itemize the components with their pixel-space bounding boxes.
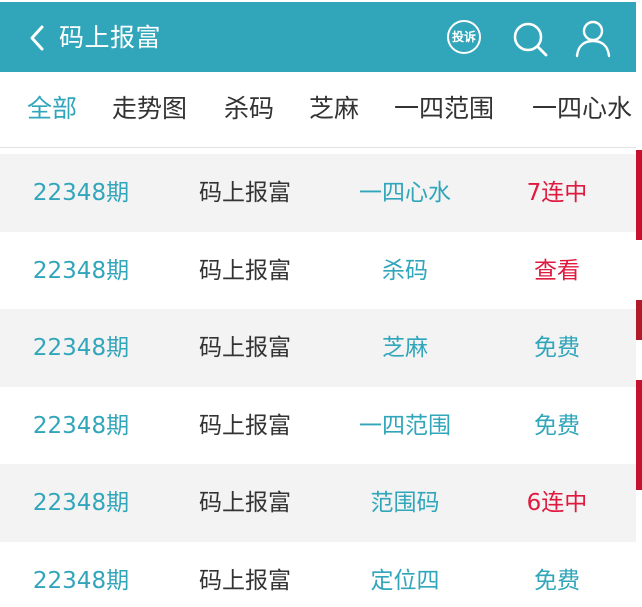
source-name: 码上报富	[199, 335, 291, 361]
issue-number: 22348期	[32, 490, 130, 516]
user-icon	[575, 20, 611, 58]
complain-button[interactable]: 投诉	[447, 20, 481, 54]
complain-label: 投诉	[451, 30, 476, 44]
issue-number: 22348期	[32, 180, 130, 206]
list-item[interactable]: 22348期 码上报富 杀码 查看	[0, 232, 636, 310]
category-tabs: 全部 走势图 杀码 芝麻 一四范围 一四心水	[0, 72, 636, 148]
tab-kill-code[interactable]: 杀码	[224, 92, 274, 126]
chevron-left-icon	[30, 25, 44, 51]
category-label: 杀码	[382, 257, 428, 284]
issue-number: 22348期	[32, 567, 130, 594]
tab-sesame[interactable]: 芝麻	[309, 92, 359, 126]
user-button[interactable]	[574, 19, 612, 59]
search-button[interactable]	[510, 19, 550, 59]
status-label: 查看	[534, 257, 580, 284]
background-strip	[636, 380, 642, 490]
source-name: 码上报富	[199, 412, 291, 439]
top-bar: 码上报富 投诉	[0, 2, 636, 72]
prediction-list: 22348期 码上报富 一四心水 7连中 22348期 码上报富 杀码 查看 2…	[0, 154, 636, 607]
search-icon	[513, 22, 548, 57]
status-label: 免费	[534, 412, 580, 439]
tab-all[interactable]: 全部	[27, 92, 77, 126]
category-label: 芝麻	[382, 335, 428, 361]
category-label: 一四心水	[359, 180, 451, 206]
source-name: 码上报富	[199, 257, 291, 284]
page: 码上报富 投诉 全部 走势图 杀码 芝麻 一四范围 一四心水 22348期 码上…	[0, 0, 642, 607]
status-label: 免费	[534, 335, 580, 361]
app-view: 码上报富 投诉 全部 走势图 杀码 芝麻 一四范围 一四心水 22348期 码上…	[0, 0, 636, 607]
page-title: 码上报富	[59, 23, 162, 52]
background-strip	[636, 150, 642, 240]
list-item[interactable]: 22348期 码上报富 一四心水 7连中	[0, 154, 636, 232]
tab-heart-water[interactable]: 一四心水	[532, 92, 632, 126]
list-item[interactable]: 22348期 码上报富 一四范围 免费	[0, 387, 636, 465]
category-label: 定位四	[370, 567, 440, 594]
issue-number: 22348期	[32, 257, 130, 284]
status-label: 6连中	[526, 490, 588, 516]
issue-number: 22348期	[32, 335, 130, 361]
issue-number: 22348期	[32, 412, 130, 439]
tab-range[interactable]: 一四范围	[394, 92, 494, 126]
status-label: 免费	[534, 567, 580, 594]
source-name: 码上报富	[199, 490, 291, 516]
tab-trend-chart[interactable]: 走势图	[112, 92, 187, 126]
source-name: 码上报富	[199, 180, 291, 206]
source-name: 码上报富	[199, 567, 291, 594]
status-label: 7连中	[526, 180, 588, 206]
list-item[interactable]: 22348期 码上报富 芝麻 免费	[0, 309, 636, 387]
list-item[interactable]: 22348期 码上报富 定位四 免费	[0, 542, 636, 607]
category-label: 一四范围	[359, 412, 451, 439]
list-item[interactable]: 22348期 码上报富 范围码 6连中	[0, 464, 636, 542]
background-strip	[636, 300, 642, 340]
category-label: 范围码	[370, 490, 440, 516]
back-button[interactable]	[24, 22, 52, 54]
